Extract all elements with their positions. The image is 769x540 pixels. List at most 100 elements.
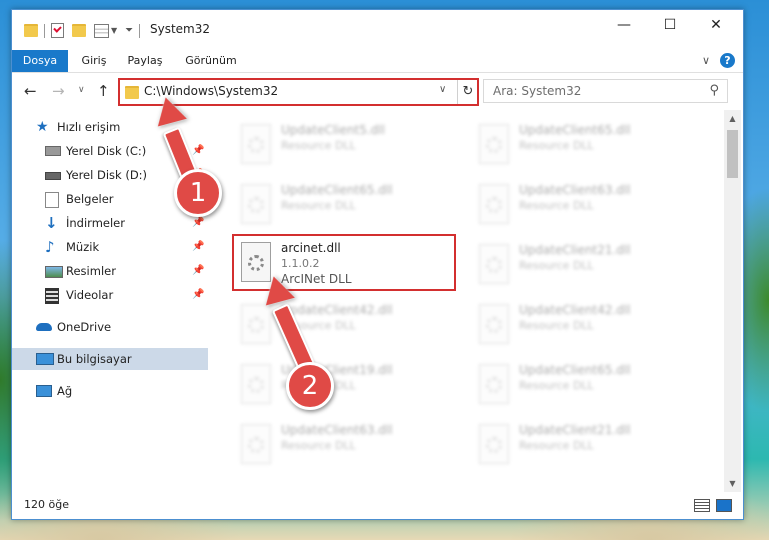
music-icon: ♪ xyxy=(45,238,55,256)
file-tile[interactable]: UpdateClient19.dll Resource DLL xyxy=(233,360,453,412)
pin-icon[interactable]: 📌 xyxy=(192,140,204,162)
nav-label: Yerel Disk (D:) xyxy=(66,168,148,182)
nav-label: Müzik xyxy=(66,240,100,254)
file-description: Resource DLL xyxy=(519,439,594,452)
view-props-icon[interactable] xyxy=(94,23,109,38)
minimize-button[interactable]: — xyxy=(601,10,647,40)
file-name: UpdateClient42.dll xyxy=(281,303,393,317)
search-input[interactable]: Ara: System32 xyxy=(493,84,581,98)
ribbon-controls: ∨ ? xyxy=(702,53,735,68)
folder-icon xyxy=(24,24,38,37)
nav-item-indirmeler[interactable]: ↓ İndirmeler 📌 xyxy=(12,212,208,234)
nav-label: Videolar xyxy=(66,288,114,302)
pin-icon[interactable]: 📌 xyxy=(192,260,204,282)
dll-file-icon xyxy=(241,124,271,164)
annotation-badge-2: 2 xyxy=(286,362,334,410)
documents-icon xyxy=(45,192,59,208)
file-tile[interactable]: UpdateClient21.dll Resource DLL xyxy=(471,420,691,472)
scroll-down-icon[interactable]: ▼ xyxy=(724,475,741,492)
pin-icon[interactable]: 📌 xyxy=(192,236,204,258)
file-tile[interactable]: UpdateClient63.dll Resource DLL xyxy=(471,180,691,232)
up-arrow-icon[interactable]: ↑ xyxy=(97,82,110,100)
nav-label: Bu bilgisayar xyxy=(57,352,132,366)
file-name: UpdateClient65.dll xyxy=(519,123,631,137)
quick-access-toolbar: ▼ ⏷ xyxy=(24,23,146,38)
file-tile[interactable]: UpdateClient65.dll Resource DLL xyxy=(471,360,691,412)
address-path[interactable]: C:\Windows\System32 xyxy=(144,84,278,98)
file-description: Resource DLL xyxy=(281,439,356,452)
nav-item-muzik[interactable]: ♪ Müzik 📌 xyxy=(12,236,208,258)
file-tile[interactable]: UpdateClient42.dll Resource DLL xyxy=(233,300,453,352)
close-button[interactable]: ✕ xyxy=(693,10,739,40)
new-folder-icon[interactable] xyxy=(72,24,86,37)
file-name: UpdateClient21.dll xyxy=(519,423,631,437)
search-icon[interactable]: ⚲ xyxy=(709,83,719,98)
dll-file-icon xyxy=(479,424,509,464)
tiles-view-icon[interactable] xyxy=(716,499,732,512)
file-description: Resource DLL xyxy=(519,199,594,212)
dll-file-icon xyxy=(479,244,509,284)
nav-item-ag[interactable]: Ağ xyxy=(12,380,208,402)
file-name: UpdateClient42.dll xyxy=(519,303,631,317)
dll-file-icon xyxy=(479,364,509,404)
chevron-down-icon[interactable]: ▼ xyxy=(111,26,117,35)
videos-icon xyxy=(45,288,59,304)
details-view-icon[interactable] xyxy=(694,499,710,512)
item-count: 120 öğe xyxy=(24,498,69,511)
drive-icon xyxy=(45,172,61,180)
help-icon[interactable]: ? xyxy=(720,53,735,68)
file-description: Resource DLL xyxy=(519,259,594,272)
tab-giris[interactable]: Giriş xyxy=(72,50,116,72)
nav-label: Ağ xyxy=(57,384,73,398)
file-tile[interactable]: UpdateClient21.dll Resource DLL xyxy=(471,240,691,292)
search-box[interactable]: Ara: System32 ⚲ xyxy=(483,79,728,103)
scroll-up-icon[interactable]: ▲ xyxy=(724,110,741,127)
file-tile[interactable]: UpdateClient5.dll Resource DLL xyxy=(233,120,453,172)
file-name: UpdateClient65.dll xyxy=(519,363,631,377)
nav-item-resimler[interactable]: Resimler 📌 xyxy=(12,260,208,282)
vertical-scrollbar[interactable]: ▲ ▼ xyxy=(724,110,741,492)
file-name: UpdateClient21.dll xyxy=(519,243,631,257)
navigation-bar: ← → ∨ ↑ C:\Windows\System32 ∨ ↻ Ara: Sys… xyxy=(12,73,743,109)
recent-locations-icon[interactable]: ∨ xyxy=(78,85,85,95)
title-bar: ▼ ⏷ System32 — ☐ ✕ xyxy=(12,10,743,50)
nav-label: OneDrive xyxy=(57,320,112,334)
dll-file-icon xyxy=(241,424,271,464)
refresh-icon[interactable]: ↻ xyxy=(457,80,478,104)
file-name: UpdateClient63.dll xyxy=(281,423,393,437)
customize-toolbar-icon[interactable]: ⏷ xyxy=(125,25,133,36)
ribbon-tabs: Dosya Giriş Paylaş Görünüm ∨ ? xyxy=(12,50,743,73)
tab-gorunum[interactable]: Görünüm xyxy=(176,50,246,72)
file-tile[interactable]: UpdateClient63.dll Resource DLL xyxy=(233,420,453,472)
tab-paylas[interactable]: Paylaş xyxy=(120,50,170,72)
file-description: Resource DLL xyxy=(281,199,356,212)
drive-icon xyxy=(45,146,61,156)
dll-file-icon xyxy=(479,304,509,344)
file-description: Resource DLL xyxy=(519,319,594,332)
dll-file-icon xyxy=(241,184,271,224)
properties-check-icon[interactable] xyxy=(51,23,64,38)
back-arrow-icon[interactable]: ← xyxy=(24,82,37,100)
nav-item-bu-bilgisayar[interactable]: Bu bilgisayar xyxy=(12,348,208,370)
dll-file-icon xyxy=(479,184,509,224)
dll-file-icon xyxy=(479,124,509,164)
nav-item-onedrive[interactable]: OneDrive xyxy=(12,316,208,338)
pin-icon[interactable]: 📌 xyxy=(192,284,204,306)
nav-label: İndirmeler xyxy=(66,216,125,230)
scroll-thumb[interactable] xyxy=(727,130,738,178)
file-name: UpdateClient5.dll xyxy=(281,123,385,137)
nav-label: Belgeler xyxy=(66,192,114,206)
file-tile[interactable]: UpdateClient42.dll Resource DLL xyxy=(471,300,691,352)
file-list: UpdateClient5.dll Resource DLL UpdateCli… xyxy=(209,110,721,492)
chevron-down-icon[interactable]: ∨ xyxy=(439,84,446,95)
file-tile[interactable]: UpdateClient65.dll Resource DLL xyxy=(471,120,691,172)
nav-item-videolar[interactable]: Videolar 📌 xyxy=(12,284,208,306)
maximize-button[interactable]: ☐ xyxy=(647,10,693,40)
expand-ribbon-icon[interactable]: ∨ xyxy=(702,54,710,67)
tab-dosya[interactable]: Dosya xyxy=(12,50,68,72)
file-description: Resource DLL xyxy=(519,379,594,392)
file-tile[interactable]: UpdateClient65.dll Resource DLL xyxy=(233,180,453,232)
forward-arrow-icon[interactable]: → xyxy=(52,82,65,100)
window-title: System32 xyxy=(150,22,211,36)
dll-file-icon xyxy=(241,304,271,344)
